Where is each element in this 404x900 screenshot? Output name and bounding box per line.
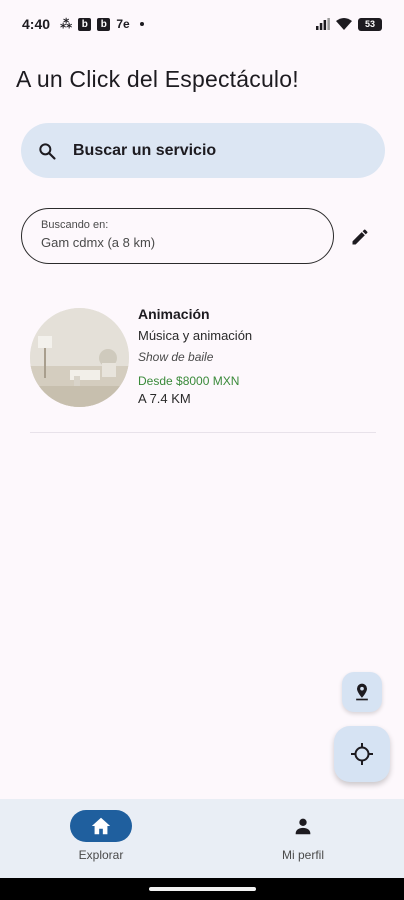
location-value: Gam cdmx (a 8 km) bbox=[41, 235, 156, 250]
location-field[interactable]: Buscando en: Gam cdmx (a 8 km) bbox=[21, 208, 334, 264]
service-price: Desde $8000 MXN bbox=[138, 374, 240, 388]
my-location-button[interactable] bbox=[334, 726, 390, 782]
teams-icon: ⁂ bbox=[60, 17, 73, 31]
search-icon bbox=[39, 142, 56, 160]
wifi-icon bbox=[336, 18, 352, 30]
nav-item-explorar[interactable]: Explorar bbox=[0, 799, 202, 878]
nav-icon-container bbox=[272, 810, 334, 842]
nav-label-explorar: Explorar bbox=[78, 848, 124, 862]
bottom-navigation: Explorar Mi perfil bbox=[0, 799, 404, 878]
more-notifications-dot-icon bbox=[139, 22, 144, 26]
crosshair-icon bbox=[351, 743, 373, 765]
list-divider bbox=[30, 432, 376, 433]
service-distance: A 7.4 KM bbox=[138, 391, 191, 406]
person-icon bbox=[295, 818, 311, 835]
status-left: 4:40 ⁂ b b 7e bbox=[22, 16, 144, 32]
service-title: Animación bbox=[138, 306, 210, 322]
page-title: A un Click del Espectáculo! bbox=[16, 66, 299, 92]
system-gesture-bar bbox=[0, 878, 404, 900]
battery-icon: 53 bbox=[358, 17, 382, 31]
service-info: Animación Música y animación Show de bai… bbox=[138, 306, 252, 406]
service-photo bbox=[30, 308, 129, 407]
service-category: Música y animación bbox=[138, 328, 253, 343]
service-photo-illustration bbox=[30, 308, 129, 407]
home-icon bbox=[91, 817, 111, 835]
status-right: 53 bbox=[316, 17, 382, 31]
edit-location-button[interactable] bbox=[346, 223, 374, 251]
b-icon: b bbox=[78, 17, 92, 31]
map-location-button[interactable] bbox=[342, 672, 382, 712]
7e-icon: 7e bbox=[116, 17, 130, 31]
b-icon: b bbox=[97, 17, 111, 31]
search-bar[interactable]: Buscar un servicio bbox=[21, 123, 385, 178]
signal-icon bbox=[316, 18, 330, 30]
gesture-handle[interactable] bbox=[149, 887, 256, 891]
nav-active-indicator bbox=[70, 810, 132, 842]
status-bar: 4:40 ⁂ b b 7e 53 bbox=[0, 0, 404, 48]
location-label: Buscando en: bbox=[41, 219, 109, 231]
service-subtitle: Show de baile bbox=[138, 350, 214, 364]
pencil-icon bbox=[352, 229, 368, 245]
search-label: Buscar un servicio bbox=[73, 141, 217, 159]
nav-item-mi-perfil[interactable]: Mi perfil bbox=[202, 799, 404, 878]
service-card[interactable]: Animación Música y animación Show de bai… bbox=[30, 300, 376, 410]
status-time: 4:40 bbox=[22, 16, 51, 32]
nav-label-mi-perfil: Mi perfil bbox=[281, 848, 324, 862]
map-pin-icon bbox=[356, 683, 368, 701]
